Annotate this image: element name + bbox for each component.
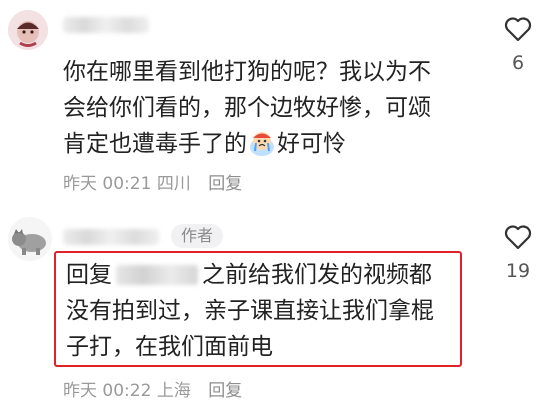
location: 四川 bbox=[156, 174, 191, 194]
avatar[interactable] bbox=[8, 10, 48, 50]
like-button[interactable]: 6 bbox=[498, 16, 538, 74]
like-count: 6 bbox=[511, 52, 525, 74]
like-count: 19 bbox=[505, 260, 531, 282]
mention-blurred[interactable] bbox=[116, 265, 198, 285]
avatar[interactable] bbox=[8, 217, 52, 261]
heart-icon bbox=[504, 17, 532, 42]
heart-icon bbox=[504, 225, 532, 250]
highlight-box: 回复 之前给我们发的视频都 没有拍到过，亲子课直接让我们拿棍 子打，在我们面前电 bbox=[54, 251, 462, 367]
comment-text: 你在哪里看到他打狗的呢？我以为不 会给你们看的，那个边牧好惨，可颂 肯定也遭毒手… bbox=[63, 59, 431, 157]
like-button[interactable]: 19 bbox=[498, 224, 538, 282]
author-badge: 作者 bbox=[171, 224, 223, 248]
timestamp: 昨天 00:22 bbox=[63, 381, 152, 401]
comment-text: 回复 之前给我们发的视频都 没有拍到过，亲子课直接让我们拿棍 子打，在我们面前电 bbox=[66, 262, 434, 360]
reply-button[interactable]: 回复 bbox=[208, 174, 242, 194]
crying-face-emoji-icon bbox=[250, 132, 274, 156]
reply-button[interactable]: 回复 bbox=[208, 381, 242, 401]
timestamp: 昨天 00:21 bbox=[63, 174, 152, 194]
location: 上海 bbox=[156, 381, 191, 401]
username-blurred[interactable] bbox=[63, 17, 149, 33]
comment-meta: 昨天 00:21 四川 回复 bbox=[63, 169, 242, 194]
comment-meta: 昨天 00:22 上海 回复 bbox=[63, 376, 242, 401]
username-blurred[interactable] bbox=[63, 229, 159, 245]
